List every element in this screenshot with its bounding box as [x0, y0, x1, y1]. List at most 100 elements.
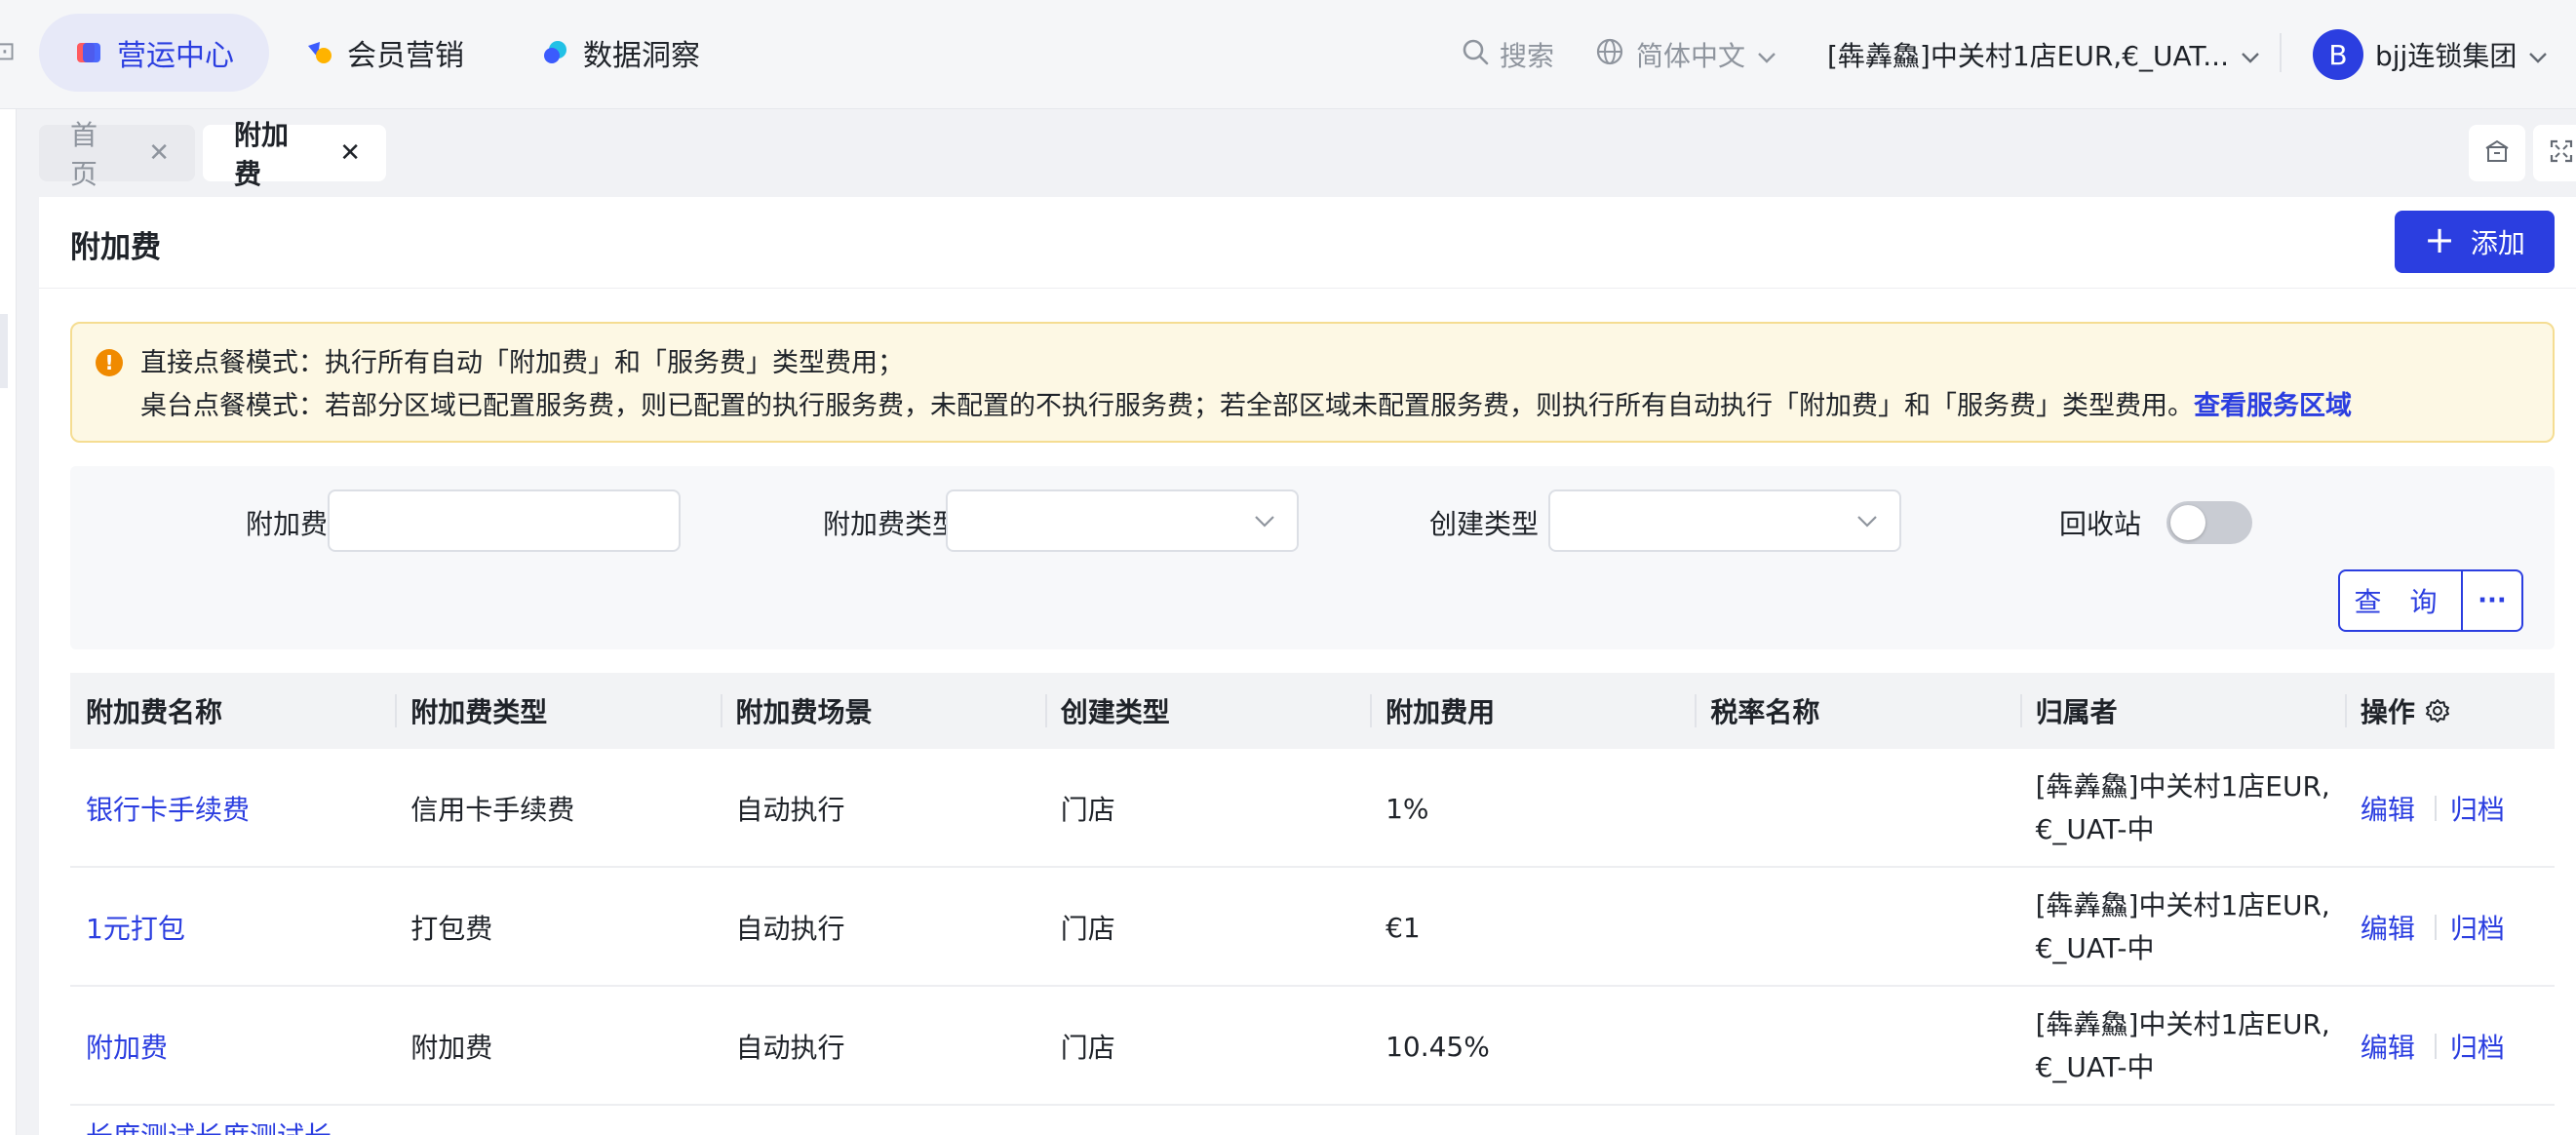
cell-owner: [犇羴鱻]中关村1店EUR, €_UAT-中	[2035, 889, 2330, 964]
edit-link[interactable]: 编辑	[2361, 1027, 2415, 1066]
column-header: 操作	[2360, 696, 2415, 728]
query-button[interactable]: 查 询	[2340, 571, 2463, 630]
query-button-group: 查 询 ···	[2338, 569, 2523, 632]
cell-owner: [犇羴鱻]中关村1店EUR, €_UAT-中	[2035, 770, 2330, 845]
search-icon	[1461, 37, 1490, 73]
cell-create-type: 门店	[1060, 1032, 1115, 1064]
search-trigger[interactable]: 搜索	[1461, 0, 1554, 109]
table-row: 银行卡手续费 信用卡手续费 自动执行 门店 1% [犇羴鱻]中关村1店EUR, …	[70, 749, 2555, 868]
cell-actions: 编辑 归档	[2345, 868, 2555, 987]
data-insight-icon	[540, 38, 569, 67]
store-select[interactable]: [犇羴鱻]中关村1店EUR,€_UAT...	[1827, 0, 2260, 109]
surcharge-type-select[interactable]	[946, 489, 1299, 552]
cell-scene: 自动执行	[735, 913, 845, 945]
filter-create-type-label: 创建类型	[1429, 508, 1540, 540]
fullscreen-button[interactable]	[2533, 125, 2576, 181]
archive-link[interactable]: 归档	[2450, 1027, 2505, 1066]
settings-gear-icon[interactable]	[2425, 698, 2450, 724]
notice-line-table: 桌台点餐模式：若部分区域已配置服务费，则已配置的执行服务费，未配置的不执行服务费…	[140, 384, 2352, 422]
globe-icon	[1595, 37, 1624, 73]
archive-link[interactable]: 归档	[2450, 908, 2505, 947]
add-button-label: 添加	[2470, 227, 2525, 259]
cell-tax	[1695, 749, 2019, 868]
card-header: 附加费 + 添加	[39, 197, 2576, 289]
chevron-down-icon	[1757, 39, 1776, 71]
table-row: 1元打包 打包费 自动执行 门店 €1 [犇羴鱻]中关村1店EUR, €_UAT…	[70, 868, 2555, 987]
archive-link[interactable]: 归档	[2450, 789, 2505, 828]
chevron-down-icon	[2528, 39, 2548, 71]
chevron-down-icon	[1254, 509, 1275, 536]
column-header: 归属者	[2019, 673, 2345, 749]
notice-line-direct: 直接点餐模式：执行所有自动「附加费」和「服务费」类型费用；	[140, 348, 904, 378]
recycle-bin-label: 回收站	[2059, 508, 2142, 540]
account-menu[interactable]: B bjj连锁集团	[2313, 0, 2548, 109]
table-row: 附加费 附加费 自动执行 门店 10.45% [犇羴鱻]中关村1店EUR, €_…	[70, 987, 2555, 1106]
edit-link[interactable]: 编辑	[2361, 789, 2415, 828]
refresh-page-button[interactable]	[2469, 125, 2525, 181]
store-label: [犇羴鱻]中关村1店EUR,€_UAT...	[1827, 40, 2229, 72]
nav-member-marketing[interactable]: 会员营销	[269, 14, 499, 92]
cell-fee: 1%	[1386, 792, 1429, 825]
surcharge-table: 附加费名称 附加费类型 附加费场景 创建类型 附加费用 税率名称 归属者 操作 …	[70, 673, 2555, 1135]
cell-tax	[1695, 987, 2019, 1106]
column-header-actions: 操作	[2344, 673, 2555, 749]
cell-type: 附加费	[410, 1032, 493, 1064]
member-marketing-icon	[304, 38, 333, 67]
main-card: 附加费 + 添加 ! 直接点餐模式：执行所有自动「附加费」和「服务费」类型费用；…	[39, 197, 2576, 1135]
cell-owner: [犇羴鱻]中关村1店EUR, €_UAT-中	[2035, 1008, 2330, 1083]
column-header: 附加费场景	[720, 673, 1045, 749]
nav-label: 会员营销	[347, 39, 464, 73]
collapse-menu-icon[interactable]: ⊡	[0, 37, 16, 66]
surcharge-name-link[interactable]: 1元打包	[70, 868, 395, 987]
chevron-down-icon	[2241, 39, 2260, 71]
close-icon[interactable]: ✕	[148, 138, 170, 168]
nav-data-insight[interactable]: 数据洞察	[505, 14, 735, 92]
create-type-select[interactable]	[1548, 489, 1901, 552]
close-icon[interactable]: ✕	[339, 138, 361, 168]
cell-scene: 自动执行	[735, 1032, 845, 1064]
plus-icon: +	[2424, 218, 2455, 261]
operation-center-icon	[74, 38, 103, 67]
cell-create-type: 门店	[1060, 794, 1115, 826]
tab-home[interactable]: 首页 ✕	[39, 119, 195, 190]
surcharge-name-input[interactable]	[328, 489, 681, 552]
tab-surcharge[interactable]: 附加费 ✕	[203, 119, 386, 190]
divider	[2434, 796, 2437, 821]
surcharge-name-link[interactable]: 银行卡手续费	[70, 749, 395, 868]
building-icon	[2483, 137, 2511, 169]
surcharge-name-link[interactable]: 长度测试长度测试长	[86, 1115, 332, 1135]
filter-type-label: 附加费类型	[823, 508, 960, 540]
language-select[interactable]: 简体中文	[1595, 0, 1776, 109]
notice-banner: ! 直接点餐模式：执行所有自动「附加费」和「服务费」类型费用； 桌台点餐模式：若…	[70, 322, 2555, 443]
top-bar: ⊡ 营运中心 会员营销 数据洞察 搜索 简体中文 [犇羴鱻]中关村1店EUR,€…	[0, 0, 2576, 109]
divider	[2434, 1034, 2437, 1059]
page-title: 附加费	[70, 230, 161, 265]
side-rail	[0, 109, 17, 1135]
cell-create-type: 门店	[1060, 913, 1115, 945]
cell-scene: 自动执行	[735, 794, 845, 826]
edit-link[interactable]: 编辑	[2361, 908, 2415, 947]
column-header: 创建类型	[1044, 673, 1370, 749]
table-row: 长度测试长度测试长	[70, 1106, 2555, 1135]
add-button[interactable]: + 添加	[2395, 211, 2555, 273]
column-header: 附加费类型	[395, 673, 720, 749]
nav-label: 营运中心	[117, 39, 234, 73]
language-label: 简体中文	[1636, 40, 1746, 72]
cell-actions: 编辑 归档	[2345, 749, 2555, 868]
org-name: bjj连锁集团	[2375, 40, 2517, 72]
more-filters-button[interactable]: ···	[2463, 571, 2521, 630]
view-service-area-link[interactable]: 查看服务区域	[2194, 391, 2352, 421]
recycle-bin-toggle[interactable]	[2166, 501, 2252, 544]
warning-icon: !	[96, 349, 123, 376]
nav-label: 数据洞察	[583, 39, 700, 73]
toggle-knob	[2170, 505, 2205, 540]
tab-label: 附加费	[234, 119, 290, 190]
avatar: B	[2313, 29, 2363, 80]
nav-operation-center[interactable]: 营运中心	[39, 14, 269, 92]
surcharge-name-link[interactable]: 附加费	[70, 987, 395, 1106]
filter-panel: 附加费名称 附加费类型 创建类型 回收站 查 询 ···	[70, 466, 2555, 649]
cell-type: 信用卡手续费	[410, 794, 575, 826]
cell-type: 打包费	[410, 913, 493, 945]
cell-actions: 编辑 归档	[2345, 987, 2555, 1106]
cell-tax	[1695, 868, 2019, 987]
